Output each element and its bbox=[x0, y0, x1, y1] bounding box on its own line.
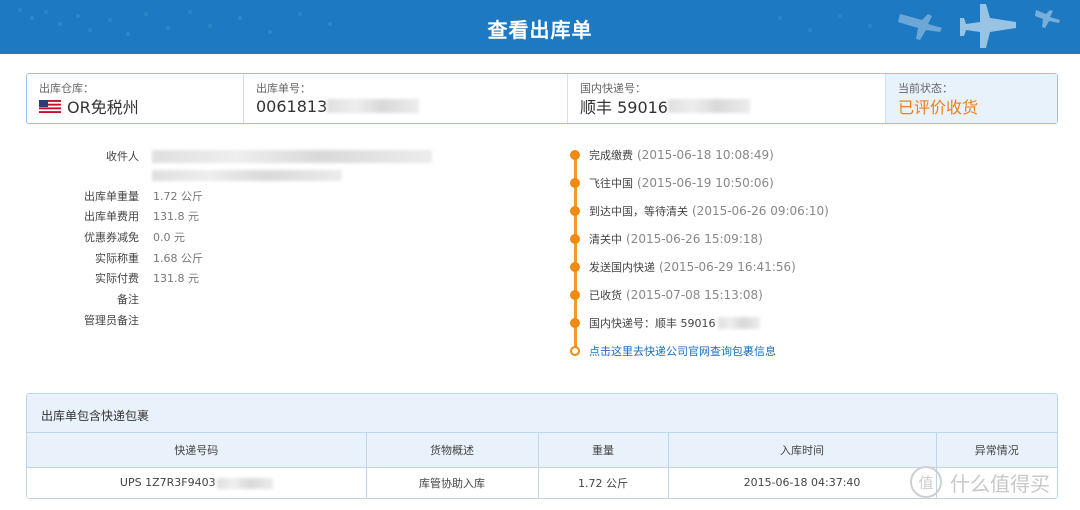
timeline-time: (2015-06-18 10:08:49) bbox=[637, 148, 774, 162]
timeline-text: 飞往中国 bbox=[589, 177, 633, 190]
packages-table: 快递号码 货物概述 重量 入库时间 异常情况 UPS 1Z7R3F9403 库管… bbox=[27, 433, 1057, 498]
detail-row: 备注 bbox=[0, 289, 470, 309]
detail-key: 出库单费用 bbox=[84, 210, 139, 223]
timeline-dot-icon bbox=[570, 290, 580, 300]
timeline-item: 国内快递号：顺丰 59016 bbox=[567, 314, 1027, 332]
detail-key: 优惠券减免 bbox=[84, 231, 139, 244]
timeline-time: (2015-06-26 15:09:18) bbox=[626, 232, 763, 246]
warehouse-value-row: OR免税州 bbox=[39, 95, 243, 117]
timeline-dot-icon bbox=[570, 150, 580, 160]
carrier-tracking-link[interactable]: 点击这里去快递公司官网查询包裹信息 bbox=[589, 343, 776, 359]
domestic-tracking-row: 顺丰 59016 bbox=[580, 95, 885, 117]
detail-value: 1.72 公斤 bbox=[153, 190, 203, 203]
detail-key: 实际付费 bbox=[95, 272, 139, 285]
detail-value: 131.8 元 bbox=[153, 272, 199, 285]
column-header-tracking: 快递号码 bbox=[27, 433, 367, 468]
packages-panel-title: 出库单包含快递包裹 bbox=[27, 394, 1057, 433]
detail-key: 收件人 bbox=[106, 150, 139, 163]
redacted-tracking-suffix bbox=[216, 477, 273, 489]
watermark-text: 什么值得买 bbox=[950, 471, 1050, 496]
timeline-text: 完成缴费 bbox=[589, 149, 633, 162]
detail-key: 实际称重 bbox=[95, 252, 139, 265]
timeline-link-item: 点击这里去快递公司官网查询包裹信息 bbox=[567, 342, 1027, 360]
detail-key: 出库单重量 bbox=[84, 190, 139, 203]
order-info-bar: 出库仓库： OR免税州 出库单号： 0061813 国内快递号： 顺丰 5901… bbox=[26, 73, 1058, 124]
timeline-end-dot-icon bbox=[570, 346, 580, 356]
timeline-time: (2015-06-19 10:50:06) bbox=[637, 176, 774, 190]
timeline-item: 到达中国，等待清关 (2015-06-26 09:06:10) bbox=[567, 202, 1027, 220]
order-number-row: 0061813 bbox=[256, 95, 567, 117]
timeline-dot-icon bbox=[570, 318, 580, 328]
cell-weight: 1.72 公斤 bbox=[538, 467, 669, 498]
column-header-description: 货物概述 bbox=[366, 433, 539, 468]
warehouse-value: OR免税州 bbox=[67, 98, 139, 117]
detail-row: 实际付费 131.8 元 bbox=[0, 268, 470, 288]
page-header: 查看出库单 bbox=[0, 0, 1080, 54]
timeline-item: 发送国内快递 (2015-06-29 16:41:56) bbox=[567, 258, 1027, 276]
timeline-time: (2015-06-26 09:06:10) bbox=[692, 204, 829, 218]
domestic-tracking-cell: 国内快递号： 顺丰 59016 bbox=[568, 74, 886, 123]
timeline-item: 清关中 (2015-06-26 15:09:18) bbox=[567, 230, 1027, 248]
timeline-dot-icon bbox=[570, 206, 580, 216]
column-header-weight: 重量 bbox=[538, 433, 669, 468]
status-label: 当前状态： bbox=[898, 82, 953, 95]
timeline-dot-icon bbox=[570, 234, 580, 244]
order-number-cell: 出库单号： 0061813 bbox=[244, 74, 568, 123]
order-number-value: 0061813 bbox=[256, 96, 328, 116]
status-cell: 当前状态： 已评价收货 bbox=[886, 74, 1057, 123]
timeline-dot-icon bbox=[570, 178, 580, 188]
redacted-domestic-tracking bbox=[717, 317, 760, 329]
detail-key: 备注 bbox=[117, 293, 139, 306]
column-header-exception: 异常情况 bbox=[936, 433, 1057, 468]
domestic-tracking-label: 国内快递号： bbox=[580, 82, 646, 95]
redacted-tracking-number bbox=[668, 99, 750, 113]
cell-inbound-time: 2015-06-18 04:37:40 bbox=[668, 467, 937, 498]
packages-panel: 出库单包含快递包裹 快递号码 货物概述 重量 入库时间 异常情况 UPS 1Z7… bbox=[26, 393, 1058, 499]
detail-row: 实际称重 1.68 公斤 bbox=[0, 248, 470, 268]
timeline-text: 国内快递号：顺丰 59016 bbox=[589, 317, 716, 330]
us-flag-icon bbox=[39, 99, 61, 113]
redacted-recipient-line1 bbox=[152, 150, 432, 163]
detail-value: 131.8 元 bbox=[153, 210, 199, 223]
detail-key: 管理员备注 bbox=[84, 314, 139, 327]
site-watermark: 值 什么值得买 bbox=[910, 466, 1050, 498]
warehouse-cell: 出库仓库： OR免税州 bbox=[27, 74, 244, 123]
timeline-text: 到达中国，等待清关 bbox=[589, 205, 688, 218]
shipping-timeline: 完成缴费 (2015-06-18 10:08:49) 飞往中国 (2015-06… bbox=[567, 146, 1037, 362]
timeline-text: 发送国内快递 bbox=[589, 261, 655, 274]
redacted-order-number bbox=[327, 99, 420, 113]
table-row: UPS 1Z7R3F9403 库管协助入库 1.72 公斤 2015-06-18… bbox=[27, 467, 1057, 498]
tracking-number: UPS 1Z7R3F9403 bbox=[119, 476, 216, 490]
cell-tracking: UPS 1Z7R3F9403 bbox=[27, 467, 367, 498]
timeline-item: 飞往中国 (2015-06-19 10:50:06) bbox=[567, 174, 1027, 192]
timeline-text: 清关中 bbox=[589, 233, 622, 246]
warehouse-label: 出库仓库： bbox=[39, 82, 94, 95]
detail-row: 优惠券减免 0.0 元 bbox=[0, 227, 470, 247]
timeline-time: (2015-06-29 16:41:56) bbox=[659, 260, 796, 274]
timeline-item: 完成缴费 (2015-06-18 10:08:49) bbox=[567, 146, 1027, 164]
timeline-dot-icon bbox=[570, 262, 580, 272]
detail-row: 出库单费用 131.8 元 bbox=[0, 206, 470, 226]
domestic-tracking-value: 顺丰 59016 bbox=[580, 98, 668, 117]
timeline-item: 已收货 (2015-07-08 15:13:08) bbox=[567, 286, 1027, 304]
detail-value: 1.68 公斤 bbox=[153, 252, 203, 265]
status-value: 已评价收货 bbox=[898, 98, 979, 117]
order-number-label: 出库单号： bbox=[256, 82, 311, 95]
detail-value: 0.0 元 bbox=[153, 231, 185, 244]
timeline-time: (2015-07-08 15:13:08) bbox=[626, 288, 763, 302]
column-header-inbound-time: 入库时间 bbox=[668, 433, 937, 468]
cell-description: 库管协助入库 bbox=[366, 467, 539, 498]
redacted-recipient-line2 bbox=[152, 170, 342, 181]
packages-table-header: 快递号码 货物概述 重量 入库时间 异常情况 bbox=[27, 433, 1057, 468]
page-title: 查看出库单 bbox=[487, 18, 593, 42]
detail-row: 出库单重量 1.72 公斤 bbox=[0, 186, 470, 206]
timeline-text: 已收货 bbox=[589, 289, 622, 302]
detail-row: 管理员备注 bbox=[0, 310, 470, 330]
watermark-logo-icon: 值 bbox=[910, 466, 942, 498]
